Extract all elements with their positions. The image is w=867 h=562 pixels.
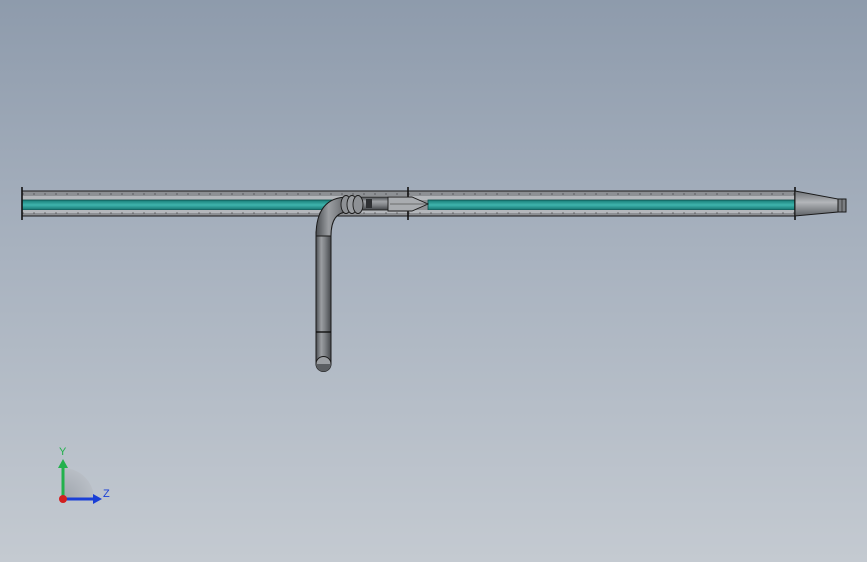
elbow-inlet-pipe[interactable]	[315, 195, 364, 372]
reducer-cone[interactable]	[794, 190, 847, 217]
orientation-triad[interactable]: Y Z	[58, 446, 110, 504]
y-axis-label: Y	[59, 446, 67, 458]
y-axis-arrow	[58, 459, 68, 468]
injector-nozzle[interactable]	[357, 196, 430, 212]
main-pipe-right-section[interactable]	[407, 190, 796, 217]
z-axis-arrow	[93, 494, 102, 504]
cad-viewport[interactable]: Y Z	[0, 0, 867, 562]
x-axis-dot	[59, 495, 67, 503]
z-axis-label: Z	[103, 488, 110, 500]
